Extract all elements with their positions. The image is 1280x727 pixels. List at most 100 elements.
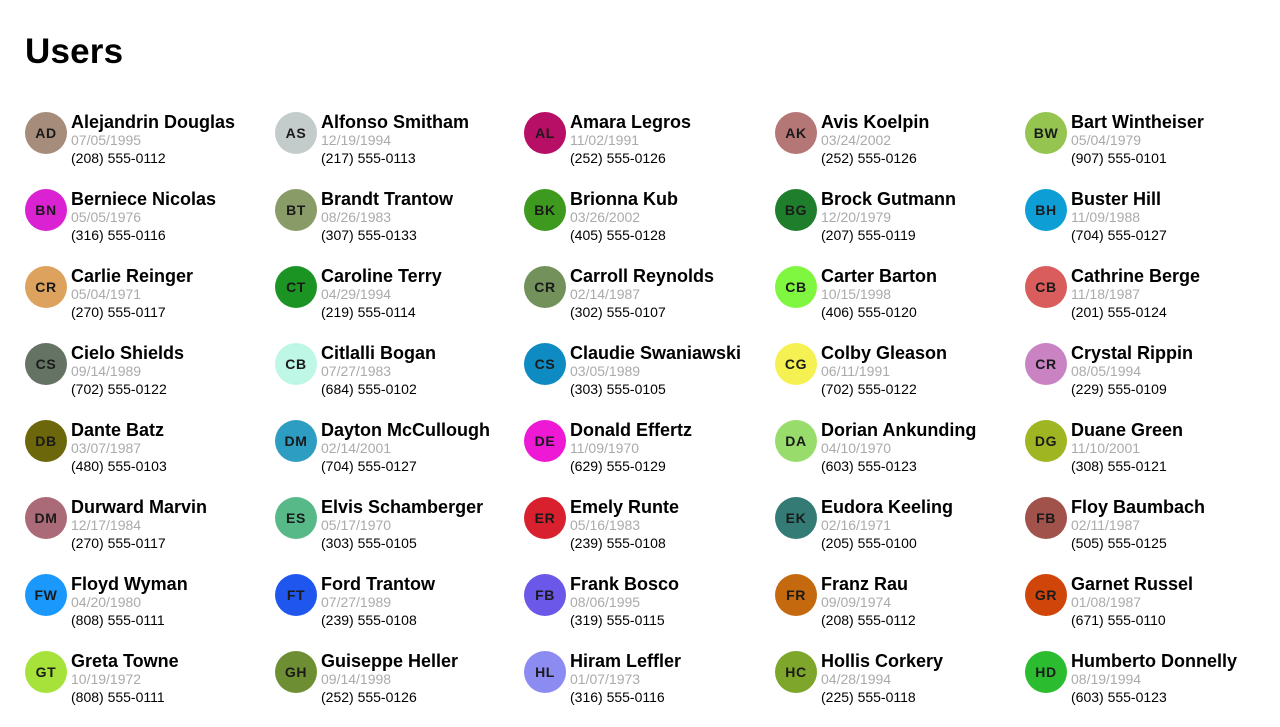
user-card[interactable]: GT Greta Towne 10/19/1972 (808) 555-0111: [25, 650, 275, 727]
user-name: Eudora Keeling: [821, 497, 954, 517]
user-phone: (505) 555-0125: [1071, 535, 1167, 551]
user-card[interactable]: CR Carlie Reinger 05/04/1971 (270) 555-0117: [25, 265, 275, 342]
user-phone: (229) 555-0109: [1071, 381, 1167, 397]
user-birth-date: 05/17/1970: [321, 517, 392, 533]
avatar: AS: [275, 112, 317, 154]
user-card[interactable]: GR Garnet Russel 01/08/1987 (671) 555-0110: [1025, 573, 1275, 650]
user-name: Dorian Ankunding: [821, 420, 977, 440]
user-card[interactable]: ER Emely Runte 05/16/1983 (239) 555-0108: [524, 496, 775, 573]
user-birth-date: 08/06/1995: [570, 594, 641, 610]
user-card[interactable]: CB Cathrine Berge 11/18/1987 (201) 555-0124: [1025, 265, 1275, 342]
user-phone: (303) 555-0105: [321, 535, 417, 551]
avatar: BG: [775, 189, 817, 231]
user-birth-date: 11/09/1970: [570, 440, 640, 456]
user-card[interactable]: BG Brock Gutmann 12/20/1979 (207) 555-0119: [775, 188, 1025, 265]
user-card[interactable]: BK Brionna Kub 03/26/2002 (405) 555-0128: [524, 188, 775, 265]
user-birth-date: 01/08/1987: [1071, 594, 1142, 610]
user-card[interactable]: CS Cielo Shields 09/14/1989 (702) 555-0122: [25, 342, 275, 419]
user-name: Brionna Kub: [570, 189, 678, 209]
user-name: Durward Marvin: [71, 497, 208, 517]
user-info: Carter Barton 10/15/1998 (406) 555-0120: [821, 265, 937, 321]
user-name: Caroline Terry: [321, 266, 442, 286]
user-info: Cielo Shields 09/14/1989 (702) 555-0122: [71, 342, 184, 398]
user-phone: (319) 555-0115: [570, 612, 665, 628]
user-card[interactable]: HC Hollis Corkery 04/28/1994 (225) 555-0118: [775, 650, 1025, 727]
user-card[interactable]: DB Dante Batz 03/07/1987 (480) 555-0103: [25, 419, 275, 496]
user-card[interactable]: EK Eudora Keeling 02/16/1971 (205) 555-0100: [775, 496, 1025, 573]
user-name: Amara Legros: [570, 112, 692, 132]
user-card[interactable]: DM Dayton McCullough 02/14/2001 (704) 555-0…: [275, 419, 524, 496]
user-card[interactable]: CS Claudie Swaniawski 03/05/1989 (303) 555-…: [524, 342, 775, 419]
avatar: DM: [275, 420, 317, 462]
avatar: FB: [524, 574, 566, 616]
user-info: Frank Bosco 08/06/1995 (319) 555-0115: [570, 573, 679, 629]
user-name: Alejandrin Douglas: [71, 112, 236, 132]
user-birth-date: 05/04/1971: [71, 286, 142, 302]
user-card[interactable]: CR Carroll Reynolds 02/14/1987 (302) 555-01…: [524, 265, 775, 342]
user-card[interactable]: DE Donald Effertz 11/09/1970 (629) 555-0129: [524, 419, 775, 496]
user-phone: (217) 555-0113: [321, 150, 416, 166]
user-card[interactable]: BN Berniece Nicolas 05/05/1976 (316) 555-01…: [25, 188, 275, 265]
user-card[interactable]: FW Floyd Wyman 04/20/1980 (808) 555-0111: [25, 573, 275, 650]
user-birth-date: 07/27/1989: [321, 594, 392, 610]
user-card[interactable]: AK Avis Koelpin 03/24/2002 (252) 555-0126: [775, 111, 1025, 188]
user-card[interactable]: DM Durward Marvin 12/17/1984 (270) 555-0117: [25, 496, 275, 573]
user-card[interactable]: HL Hiram Leffler 01/07/1973 (316) 555-0116: [524, 650, 775, 727]
user-birth-date: 09/14/1989: [71, 363, 142, 379]
user-card[interactable]: BH Buster Hill 11/09/1988 (704) 555-0127: [1025, 188, 1275, 265]
user-card[interactable]: CT Caroline Terry 04/29/1994 (219) 555-0114: [275, 265, 524, 342]
user-birth-date: 10/19/1972: [71, 671, 142, 687]
user-name: Brandt Trantow: [321, 189, 454, 209]
user-card[interactable]: CG Colby Gleason 06/11/1991 (702) 555-0122: [775, 342, 1025, 419]
user-info: Brionna Kub 03/26/2002 (405) 555-0128: [570, 188, 678, 244]
user-birth-date: 11/18/1987: [1071, 286, 1141, 302]
user-card[interactable]: CB Carter Barton 10/15/1998 (406) 555-0120: [775, 265, 1025, 342]
user-birth-date: 12/19/1994: [321, 132, 392, 148]
user-info: Duane Green 11/10/2001 (308) 555-0121: [1071, 419, 1183, 475]
user-card[interactable]: CB Citlalli Bogan 07/27/1983 (684) 555-0102: [275, 342, 524, 419]
user-card[interactable]: AS Alfonso Smitham 12/19/1994 (217) 555-011…: [275, 111, 524, 188]
user-phone: (808) 555-0111: [71, 612, 165, 628]
user-card[interactable]: FT Ford Trantow 07/27/1989 (239) 555-0108: [275, 573, 524, 650]
user-card[interactable]: DG Duane Green 11/10/2001 (308) 555-0121: [1025, 419, 1275, 496]
avatar: CR: [524, 266, 566, 308]
user-phone: (308) 555-0121: [1071, 458, 1167, 474]
user-birth-date: 07/27/1983: [321, 363, 392, 379]
user-info: Hollis Corkery 04/28/1994 (225) 555-0118: [821, 650, 943, 706]
avatar: BW: [1025, 112, 1067, 154]
user-card[interactable]: BT Brandt Trantow 08/26/1983 (307) 555-0133: [275, 188, 524, 265]
user-birth-date: 05/04/1979: [1071, 132, 1142, 148]
user-card[interactable]: FB Floy Baumbach 02/11/1987 (505) 555-0125: [1025, 496, 1275, 573]
user-info: Dante Batz 03/07/1987 (480) 555-0103: [71, 419, 167, 475]
user-birth-date: 04/10/1970: [821, 440, 892, 456]
user-card[interactable]: AL Amara Legros 11/02/1991 (252) 555-0126: [524, 111, 775, 188]
avatar: CB: [275, 343, 317, 385]
avatar: DG: [1025, 420, 1067, 462]
user-phone: (208) 555-0112: [71, 150, 166, 166]
user-card[interactable]: FR Franz Rau 09/09/1974 (208) 555-0112: [775, 573, 1025, 650]
user-name: Carlie Reinger: [71, 266, 194, 286]
user-card[interactable]: GH Guiseppe Heller 09/14/1998 (252) 555-012…: [275, 650, 524, 727]
user-card[interactable]: HD Humberto Donnelly 08/19/1994 (603) 555-0…: [1025, 650, 1275, 727]
user-card[interactable]: ES Elvis Schamberger 05/17/1970 (303) 555-0…: [275, 496, 524, 573]
user-card[interactable]: CR Crystal Rippin 08/05/1994 (229) 555-0109: [1025, 342, 1275, 419]
user-card[interactable]: FB Frank Bosco 08/06/1995 (319) 555-0115: [524, 573, 775, 650]
user-name: Franz Rau: [821, 574, 909, 594]
user-phone: (270) 555-0117: [71, 304, 166, 320]
user-card[interactable]: BW Bart Wintheiser 05/04/1979 (907) 555-010…: [1025, 111, 1275, 188]
user-phone: (252) 555-0126: [321, 689, 417, 705]
user-birth-date: 04/28/1994: [821, 671, 892, 687]
user-info: Eudora Keeling 02/16/1971 (205) 555-0100: [821, 496, 953, 552]
avatar: FW: [25, 574, 67, 616]
avatar: AD: [25, 112, 67, 154]
user-card[interactable]: DA Dorian Ankunding 04/10/1970 (603) 555-01…: [775, 419, 1025, 496]
user-info: Bart Wintheiser 05/04/1979 (907) 555-0101: [1071, 111, 1204, 167]
avatar: CT: [275, 266, 317, 308]
avatar: CG: [775, 343, 817, 385]
user-phone: (603) 555-0123: [1071, 689, 1167, 705]
user-card[interactable]: AD Alejandrin Douglas 07/05/1995 (208) 555-…: [25, 111, 275, 188]
user-info: Avis Koelpin 03/24/2002 (252) 555-0126: [821, 111, 929, 167]
user-info: Cathrine Berge 11/18/1987 (201) 555-0124: [1071, 265, 1200, 321]
avatar: CR: [1025, 343, 1067, 385]
user-name: Cielo Shields: [71, 343, 185, 363]
